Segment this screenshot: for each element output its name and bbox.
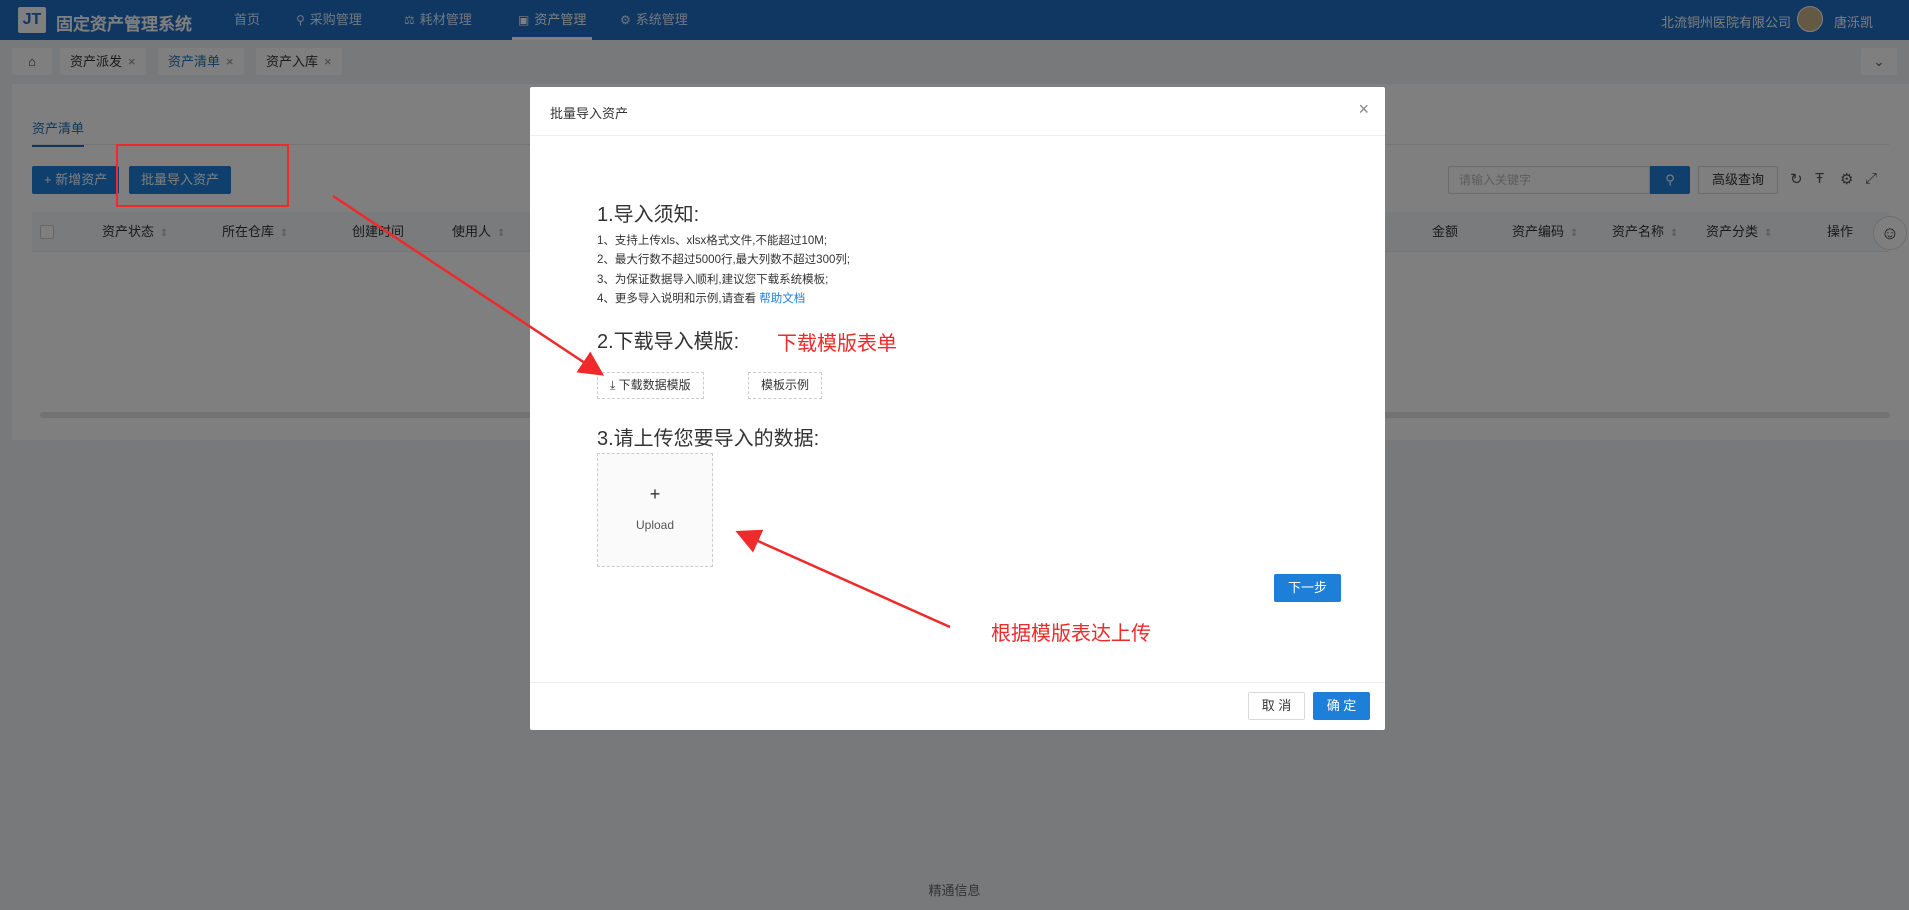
batch-import-modal: 批量导入资产 × 1.导入须知: 1、支持上传xls、xlsx格式文件,不能超过… xyxy=(530,87,1385,730)
upload-dropzone[interactable]: + Upload xyxy=(597,453,713,567)
download-icon: ⤓ xyxy=(610,378,616,392)
note-line: 2、最大行数不超过5000行,最大列数不超过300列; xyxy=(597,254,851,266)
divider xyxy=(530,135,1385,136)
confirm-button[interactable]: 确 定 xyxy=(1313,692,1370,720)
cancel-button[interactable]: 取 消 xyxy=(1248,692,1305,720)
section-import-notice: 1.导入须知: xyxy=(597,204,700,226)
modal-title: 批量导入资产 xyxy=(550,106,629,121)
divider xyxy=(530,682,1385,683)
note-line: 4、更多导入说明和示例,请查看 帮助文档 xyxy=(597,293,806,305)
highlight-box xyxy=(116,144,289,207)
download-template-button[interactable]: ⤓ 下载数据模版 xyxy=(597,372,704,399)
section-upload-data: 3.请上传您要导入的数据: xyxy=(597,428,820,450)
note-line: 3、为保证数据导入顺利,建议您下载系统模板; xyxy=(597,274,829,286)
help-doc-link[interactable]: 帮助文档 xyxy=(759,293,805,305)
footer-text: 精通信息 xyxy=(928,883,981,898)
annotation-download-hint: 下载模版表单 xyxy=(777,333,897,355)
template-example-button[interactable]: 模板示例 xyxy=(748,372,823,399)
close-icon[interactable]: × xyxy=(1358,99,1369,120)
plus-icon: + xyxy=(649,484,661,504)
section-download-template: 2.下载导入模版: xyxy=(597,331,740,353)
annotation-upload-hint: 根据模版表达上传 xyxy=(991,623,1151,645)
note-line: 1、支持上传xls、xlsx格式文件,不能超过10M; xyxy=(597,235,828,247)
upload-label: Upload xyxy=(635,518,675,532)
next-step-button[interactable]: 下一步 xyxy=(1274,574,1341,602)
